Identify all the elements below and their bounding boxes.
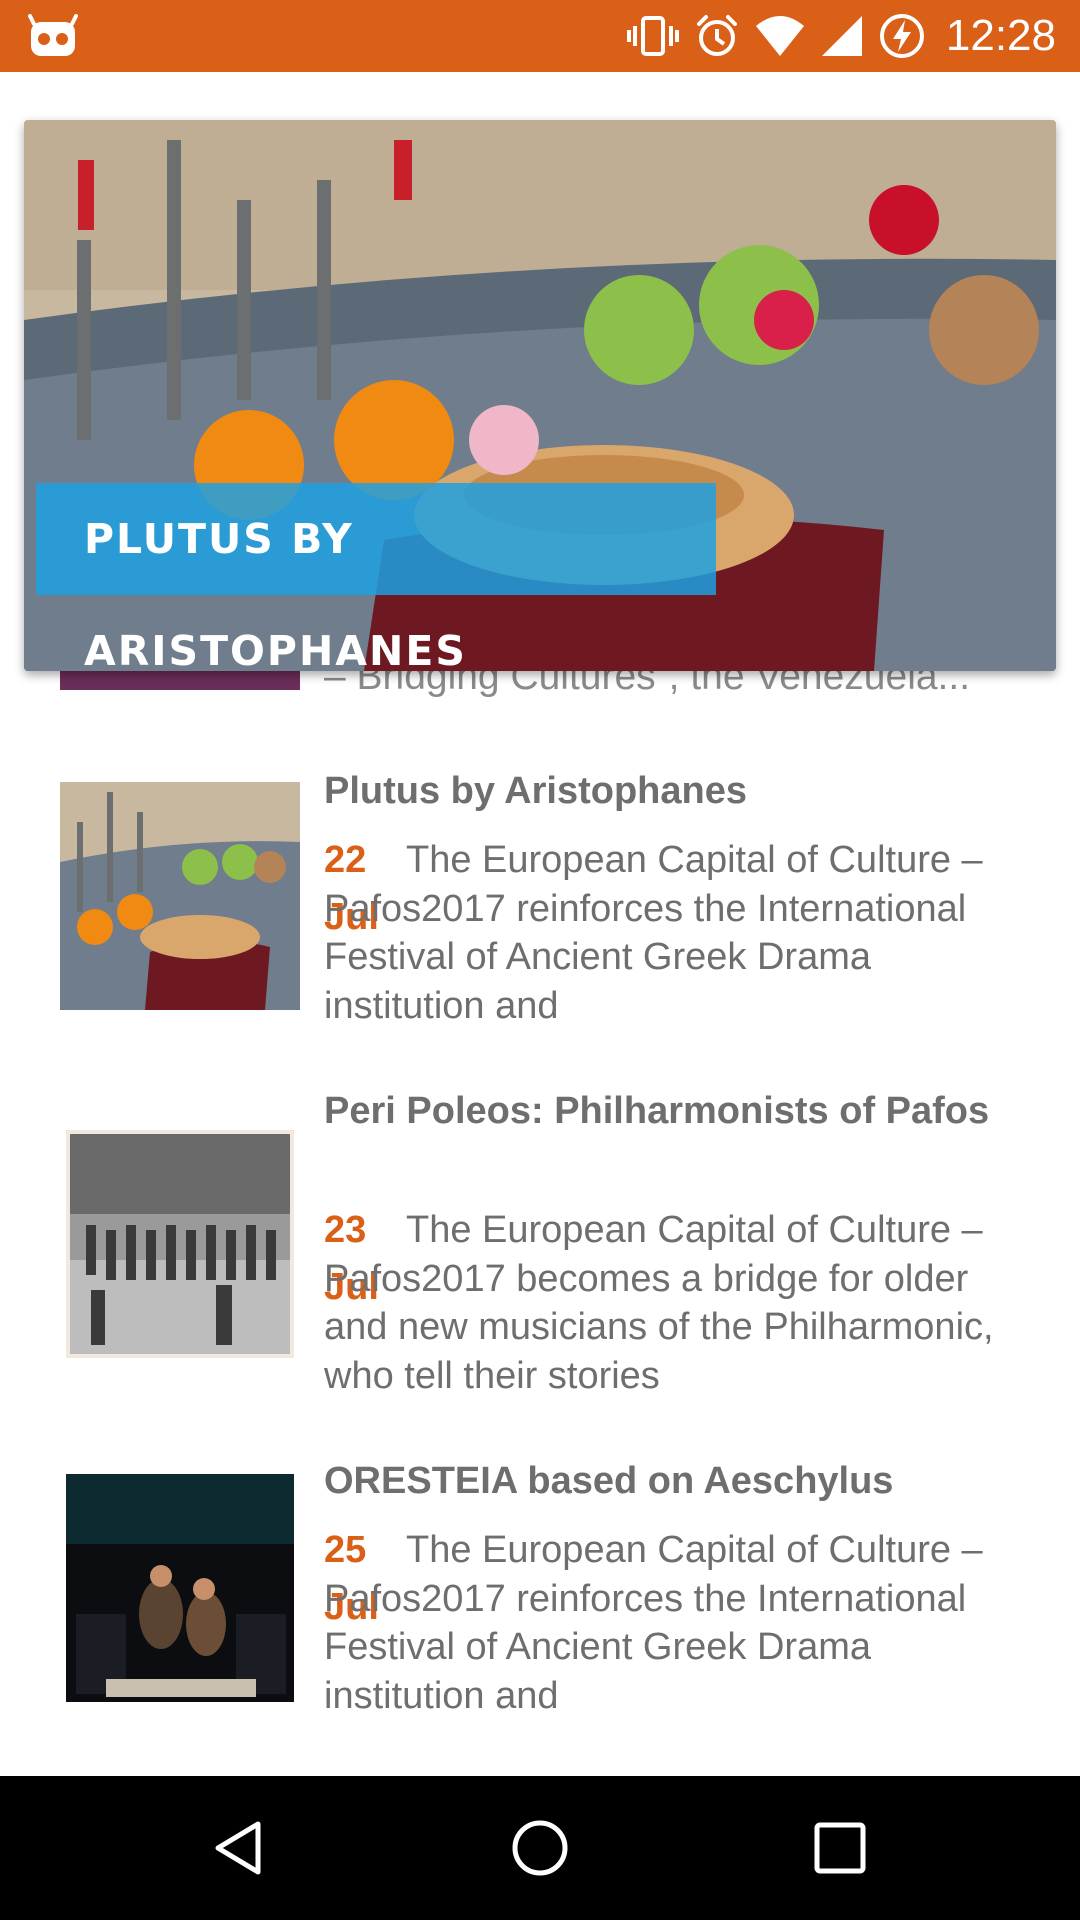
alarm-icon [696,15,737,56]
navigation-bar [0,1776,1080,1920]
event-thumbnail [66,1130,294,1358]
event-title: Peri Poleos: Philharmonists of Pafos [324,1090,990,1132]
event-list-item[interactable]: ORESTEIA based on Aeschylus 25 Jul The E… [0,1450,1080,1750]
event-list-item[interactable]: Peri Poleos: Philharmonists of Pafos 23 … [0,1080,1080,1410]
home-icon [512,1820,568,1876]
back-button[interactable] [160,1776,320,1920]
featured-event-card[interactable]: Plutus by Aristophanes [24,120,1056,671]
android-debug-icon [28,14,78,56]
battery-charging-icon [879,14,924,58]
event-title: Plutus by Aristophanes [324,770,747,812]
event-thumbnail [60,782,300,1010]
vibrate-icon [626,16,679,56]
event-title: ORESTEIA based on Aeschylus [324,1460,894,1502]
event-thumbnail [66,1474,294,1702]
status-bar: 12:28 [0,0,1080,72]
back-icon [215,1821,261,1875]
event-description: The European Capital of Culture – Pafos2… [324,839,983,1027]
event-description: The European Capital of Culture – Pafos2… [324,1209,994,1397]
signal-icon [821,16,862,56]
status-time: 12:28 [945,11,1056,60]
home-button[interactable] [460,1776,620,1920]
featured-event-title: Plutus by Aristophanes [36,483,716,671]
recents-icon [814,1822,866,1874]
event-list-item[interactable]: Plutus by Aristophanes 22 Jul The Europe… [0,760,1080,1050]
recents-button[interactable] [760,1776,920,1920]
wifi-icon [755,16,804,56]
event-description: The European Capital of Culture – Pafos2… [324,1529,983,1717]
